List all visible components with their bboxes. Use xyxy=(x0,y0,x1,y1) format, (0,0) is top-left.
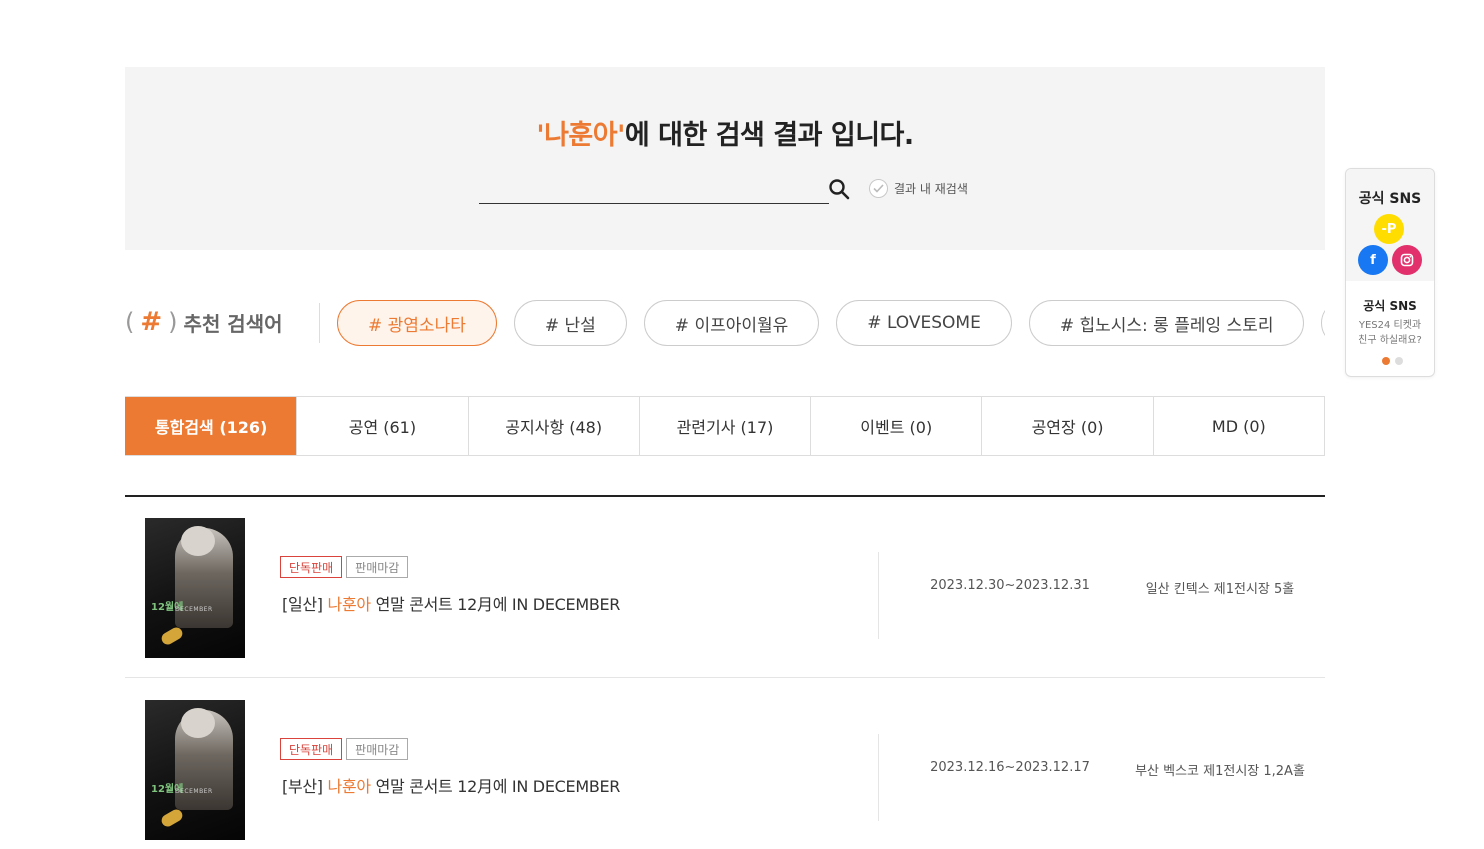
search-keyword: '나훈아' xyxy=(536,120,625,151)
pager-dot[interactable] xyxy=(1382,357,1390,365)
recommended-keywords-label: ( # ) 추천 검색어 xyxy=(125,307,283,337)
divider xyxy=(878,552,879,639)
badges: 단독판매 판매마감 xyxy=(280,556,409,578)
poster-subtext: DECEMBER xyxy=(175,606,213,613)
tab-performance[interactable]: 공연 (61) xyxy=(296,397,467,455)
sns-pager xyxy=(1382,357,1403,365)
instagram-icon[interactable] xyxy=(1392,245,1422,275)
result-title[interactable]: [일산] 나훈아 연말 콘서트 12月에 IN DECEMBER xyxy=(282,591,620,615)
sns-subtitle: 공식 SNS xyxy=(1363,299,1417,313)
tab-md[interactable]: MD (0) xyxy=(1152,397,1324,455)
research-label: 결과 내 재검색 xyxy=(894,182,968,196)
divider xyxy=(319,303,320,343)
sns-desc-line: 친구 하실래요? xyxy=(1358,335,1422,346)
result-venue: 일산 킨텍스 제1전시장 5홀 xyxy=(1145,582,1295,597)
tag-chip[interactable]: # 이프아이월유 xyxy=(643,300,820,346)
sns-desc-line: YES24 티켓과 xyxy=(1358,320,1422,331)
search-icon[interactable] xyxy=(828,178,850,200)
title-highlight: 나훈아 xyxy=(327,595,372,614)
close-paren: ) xyxy=(168,308,178,336)
title-suffix: 연말 콘서트 12月에 IN DECEMBER xyxy=(375,595,621,614)
tag-chip[interactable]: # 시 xyxy=(1321,300,1325,346)
tag-chip[interactable]: # 힙노시스: 롱 플레잉 스토리 xyxy=(1028,300,1305,346)
search-input[interactable] xyxy=(479,177,829,203)
sns-description: YES24 티켓과 친구 하실래요? xyxy=(1346,318,1434,348)
tab-notice[interactable]: 공지사항 (48) xyxy=(467,397,639,455)
title-highlight: 나훈아 xyxy=(327,777,372,796)
poster-head xyxy=(181,526,215,556)
sold-out-badge: 판매마감 xyxy=(346,738,409,760)
result-title[interactable]: [부산] 나훈아 연말 콘서트 12月에 IN DECEMBER xyxy=(282,773,620,797)
tag-chip[interactable]: # 광염소나타 xyxy=(337,300,497,346)
exclusive-badge: 단독판매 xyxy=(280,556,343,578)
sns-title: 공식 SNS xyxy=(1358,191,1422,207)
title-suffix: 연말 콘서트 12月에 IN DECEMBER xyxy=(375,777,621,796)
hash-icon: # xyxy=(140,307,163,337)
result-item: 12월에 DECEMBER 단독판매 판매마감 [부산] 나훈아 연말 콘서트 … xyxy=(125,679,1325,849)
research-toggle[interactable]: 결과 내 재검색 xyxy=(869,179,968,198)
poster-subtext: DECEMBER xyxy=(175,788,213,795)
pager-dot[interactable] xyxy=(1395,357,1403,365)
poster-image[interactable]: 12월에 DECEMBER xyxy=(145,518,245,658)
tab-articles[interactable]: 관련기사 (17) xyxy=(638,397,810,455)
facebook-icon[interactable]: f xyxy=(1358,245,1388,275)
sold-out-badge: 판매마감 xyxy=(346,556,409,578)
exclusive-badge: 단독판매 xyxy=(280,738,343,760)
tab-event[interactable]: 이벤트 (0) xyxy=(810,397,981,455)
tag-chip[interactable]: # LOVESOME xyxy=(836,300,1012,346)
tab-venue[interactable]: 공연장 (0) xyxy=(981,397,1152,455)
poster-image[interactable]: 12월에 DECEMBER xyxy=(145,700,245,840)
search-title-suffix: 에 대한 검색 결과 입니다. xyxy=(624,120,914,151)
result-item: 12월에 DECEMBER 단독판매 판매마감 [일산] 나훈아 연말 콘서트 … xyxy=(125,497,1325,678)
search-banner: '나훈아'에 대한 검색 결과 입니다. 결과 내 재검색 xyxy=(125,67,1325,250)
divider xyxy=(878,734,879,821)
recommended-tags: # 광염소나타 # 난설 # 이프아이월유 # LOVESOME # 힙노시스:… xyxy=(337,300,1325,346)
result-tabs: 통합검색 (126) 공연 (61) 공지사항 (48) 관련기사 (17) 이… xyxy=(125,396,1325,456)
search-result-title: '나훈아'에 대한 검색 결과 입니다. xyxy=(125,113,1325,152)
poster-mic xyxy=(159,625,185,647)
search-field[interactable] xyxy=(479,177,829,204)
poster-mic xyxy=(159,807,185,829)
sns-widget: 공식 SNS -P f 공식 SNS YES24 티켓과 친구 하실래요? xyxy=(1345,168,1435,377)
title-prefix: [일산] xyxy=(282,595,323,614)
title-prefix: [부산] xyxy=(282,777,323,796)
naver-post-icon[interactable]: -P xyxy=(1374,214,1404,244)
tag-chip[interactable]: # 난설 xyxy=(513,300,627,346)
result-venue: 부산 벡스코 제1전시장 1,2A홀 xyxy=(1135,764,1305,779)
result-date: 2023.12.16~2023.12.17 xyxy=(930,760,1090,775)
result-date: 2023.12.30~2023.12.31 xyxy=(930,578,1090,593)
open-paren: ( xyxy=(125,308,135,336)
poster-head xyxy=(181,708,215,738)
badges: 단독판매 판매마감 xyxy=(280,738,409,760)
tab-all[interactable]: 통합검색 (126) xyxy=(125,397,297,455)
recommended-label-text: 추천 검색어 xyxy=(183,311,283,336)
check-icon[interactable] xyxy=(869,179,888,198)
